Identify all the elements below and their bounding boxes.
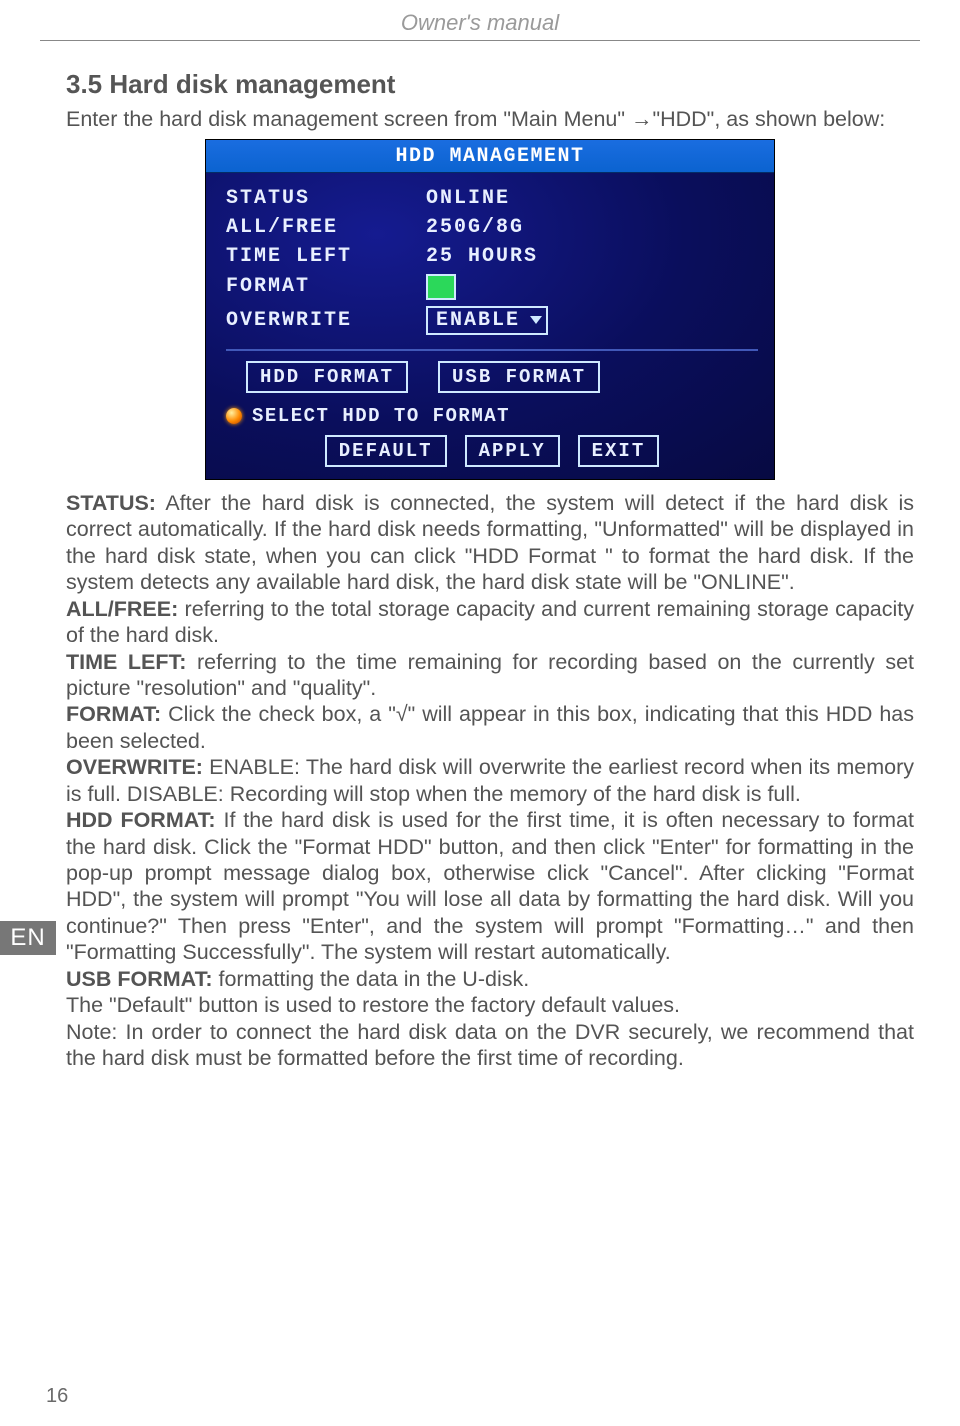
section-intro: Enter the hard disk management screen fr… (66, 106, 914, 133)
allfree-row: ALL/FREE 250G/8G (226, 216, 758, 239)
format-desc: Click the check box, a "√" will appear i… (66, 702, 914, 752)
body-text: STATUS: After the hard disk is connected… (66, 490, 914, 1072)
format-checkbox[interactable] (426, 274, 456, 300)
warning-text: SELECT HDD TO FORMAT (252, 405, 510, 427)
timeleft-desc: referring to the time remaining for reco… (66, 650, 914, 700)
format-term: FORMAT: (66, 702, 161, 726)
overwrite-select[interactable]: ENABLE (426, 306, 548, 335)
default-button[interactable]: DEFAULT (325, 435, 447, 467)
allfree-term: ALL/FREE: (66, 597, 178, 621)
overwrite-label: OVERWRITE (226, 309, 426, 332)
format-label: FORMAT (226, 275, 426, 298)
usbformat-term: USB FORMAT: (66, 967, 213, 991)
warning-icon (226, 408, 242, 424)
timeleft-row: TIME LEFT 25 HOURS (226, 245, 758, 268)
note-text: Note: In order to connect the hard disk … (66, 1020, 914, 1070)
hddformat-term: HDD FORMAT: (66, 808, 216, 832)
format-row: FORMAT (226, 274, 758, 300)
status-row: STATUS ONLINE (226, 187, 758, 210)
usb-format-button[interactable]: USB FORMAT (438, 361, 600, 393)
chevron-down-icon (530, 316, 542, 324)
allfree-label: ALL/FREE (226, 216, 426, 239)
overwrite-row: OVERWRITE ENABLE (226, 306, 758, 335)
timeleft-label: TIME LEFT (226, 245, 426, 268)
section-heading: 3.5 Hard disk management (66, 69, 914, 100)
warning-message: SELECT HDD TO FORMAT (226, 405, 758, 427)
footer-buttons-row: DEFAULT APPLY EXIT (226, 435, 758, 467)
default-note: The "Default" button is used to restore … (66, 993, 680, 1017)
overwrite-value: ENABLE (436, 309, 520, 332)
timeleft-term: TIME LEFT: (66, 650, 186, 674)
format-buttons-row: HDD FORMAT USB FORMAT (226, 359, 758, 395)
usbformat-desc: formatting the data in the U-disk. (213, 967, 530, 991)
hdd-format-button[interactable]: HDD FORMAT (246, 361, 408, 393)
page-number: 16 (46, 1385, 68, 1408)
overwrite-term: OVERWRITE: (66, 755, 203, 779)
status-value: ONLINE (426, 187, 510, 210)
status-label: STATUS (226, 187, 426, 210)
status-desc: After the hard disk is connected, the sy… (66, 491, 914, 594)
allfree-value: 250G/8G (426, 216, 524, 239)
screenshot-titlebar: HDD MANAGEMENT (206, 140, 774, 173)
allfree-desc: referring to the total storage capacity … (66, 597, 914, 647)
timeleft-value: 25 HOURS (426, 245, 538, 268)
screenshot-body: STATUS ONLINE ALL/FREE 250G/8G TIME LEFT… (206, 173, 774, 479)
screenshot-divider (226, 349, 758, 351)
page-header-title: Owner's manual (40, 0, 920, 41)
language-tab: EN (0, 921, 56, 955)
status-term: STATUS: (66, 491, 156, 515)
apply-button[interactable]: APPLY (465, 435, 560, 467)
exit-button[interactable]: EXIT (578, 435, 660, 467)
page-content: 3.5 Hard disk management Enter the hard … (0, 41, 960, 1072)
hdd-management-screenshot: HDD MANAGEMENT STATUS ONLINE ALL/FREE 25… (205, 139, 775, 480)
